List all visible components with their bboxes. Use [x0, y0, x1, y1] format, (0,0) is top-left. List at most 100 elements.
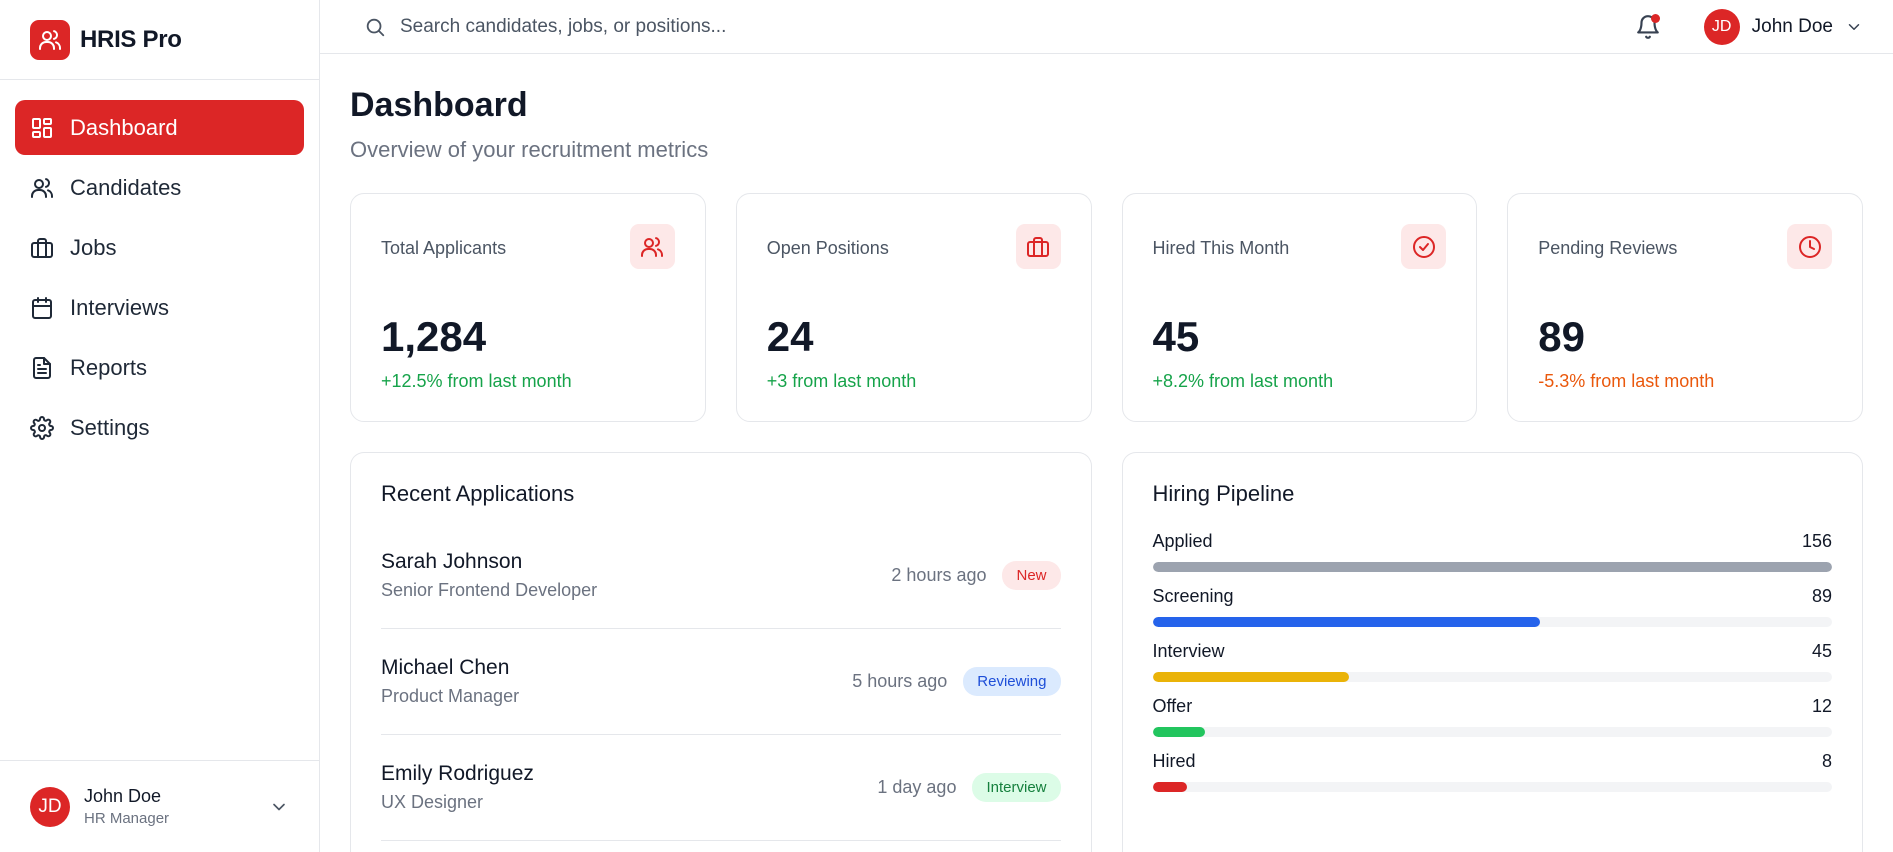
pipeline-bar-track [1152, 672, 1832, 682]
pipeline-stage: Interview 45 [1152, 641, 1833, 682]
dashboard-icon [32, 117, 52, 138]
pipeline-stage-header: Applied 156 [1153, 531, 1833, 552]
pipeline-bar-track [1152, 617, 1832, 627]
header-user-menu[interactable]: JD John Doe [1703, 8, 1863, 45]
sidebar-item-label: Reports [70, 354, 148, 380]
main-area: JD John Doe Dashboard Overview of your r… [320, 0, 1893, 852]
stats-row: Total Applicants 1,284 +12.5% from last … [350, 193, 1863, 422]
sidebar-item-interviews[interactable]: Interviews [15, 280, 304, 335]
sidebar-nav: Dashboard Candidates Jobs Interviews Rep… [0, 80, 319, 760]
applicant-info: Emily Rodriguez UX Designer [381, 762, 877, 813]
pipeline-bar-fill [1152, 782, 1188, 792]
avatar: JD [1703, 8, 1740, 45]
stat-change: -5.3% from last month [1538, 371, 1715, 391]
pipeline-stage-count: 156 [1801, 531, 1832, 551]
briefcase-icon [1015, 224, 1061, 269]
search-bar [364, 15, 1632, 38]
applicant-info: Michael Chen Product Manager [381, 656, 852, 707]
brand[interactable]: HRIS Pro [0, 0, 319, 80]
stat-change: +12.5% from last month [381, 371, 572, 391]
applicant-role: UX Designer [381, 792, 484, 812]
chevron-down-icon [1848, 23, 1860, 30]
chevron-down-icon[interactable] [269, 797, 289, 817]
sidebar-item-label: Dashboard [70, 114, 178, 140]
user-meta: John Doe HR Manager [84, 786, 255, 827]
stat-value: 89 [1538, 313, 1585, 360]
stat-card-total-applicants[interactable]: Total Applicants 1,284 +12.5% from last … [350, 193, 706, 422]
pipeline-bar-fill [1152, 672, 1349, 682]
stat-change: +8.2% from last month [1152, 371, 1334, 391]
list-item[interactable]: Sarah Johnson Senior Frontend Developer … [381, 523, 1061, 629]
sidebar-item-dashboard[interactable]: Dashboard [15, 100, 304, 155]
applicant-role: Product Manager [381, 686, 520, 706]
applicant-name: Emily Rodriguez [381, 762, 534, 785]
header-user-name: John Doe [1751, 15, 1833, 37]
pipeline-stage-label: Offer [1152, 696, 1193, 716]
panel-title: Hiring Pipeline [1152, 481, 1295, 506]
user-name: John Doe [84, 786, 162, 806]
search-input[interactable] [400, 15, 1000, 38]
sidebar-item-label: Interviews [70, 294, 170, 320]
top-bar: JD John Doe [320, 0, 1893, 54]
pipeline-stage-count: 8 [1821, 751, 1832, 771]
pipeline-stage-label: Hired [1152, 751, 1196, 771]
bottom-row: Recent Applications Sarah Johnson Senior… [350, 452, 1863, 852]
pipeline-bar-fill [1152, 727, 1205, 737]
list-item[interactable]: Michael Chen Product Manager 5 hours ago… [381, 629, 1061, 735]
sidebar: HRIS Pro Dashboard Candidates Jobs Inter… [0, 0, 320, 852]
sidebar-item-candidates[interactable]: Candidates [15, 160, 304, 215]
sidebar-item-label: Jobs [70, 234, 117, 260]
dashboard-content: Dashboard Overview of your recruitment m… [320, 54, 1893, 852]
user-role: HR Manager [84, 810, 170, 827]
hiring-pipeline-panel: Hiring Pipeline Applied 156 Screening 89… [1121, 452, 1863, 852]
panel-title: Recent Applications [381, 481, 575, 506]
list-item[interactable]: Emily Rodriguez UX Designer 1 day ago In… [381, 735, 1061, 841]
pipeline-stage: Screening 89 [1152, 586, 1832, 627]
stat-change: +3 from last month [766, 371, 917, 391]
sidebar-item-reports[interactable]: Reports [15, 340, 304, 395]
pipeline-list: Applied 156 Screening 89 Interview 45 Of… [1152, 531, 1833, 792]
page-subtitle: Overview of your recruitment metrics [350, 137, 709, 162]
application-list: Sarah Johnson Senior Frontend Developer … [381, 523, 1061, 841]
pipeline-stage-count: 45 [1811, 641, 1832, 661]
applicant-role: Senior Frontend Developer [381, 580, 598, 600]
sidebar-user-menu[interactable]: JD John Doe HR Manager [0, 760, 319, 852]
status-badge: Interview [972, 773, 1061, 802]
stat-card-hired-this-month[interactable]: Hired This Month 45 +8.2% from last mont… [1121, 193, 1478, 422]
pipeline-stage: Offer 12 [1152, 696, 1833, 737]
pipeline-stage-label: Interview [1152, 641, 1225, 661]
stat-value: 1,284 [381, 313, 487, 360]
briefcase-icon [31, 237, 53, 258]
pipeline-bar-fill [1152, 562, 1832, 572]
search-icon [366, 18, 385, 36]
notifications-button[interactable] [1632, 11, 1664, 43]
application-time: 1 day ago [877, 777, 957, 797]
pipeline-bar-track [1152, 782, 1832, 792]
stat-card-pending-reviews[interactable]: Pending Reviews 89 -5.3% from last month [1507, 193, 1863, 422]
sidebar-item-settings[interactable]: Settings [15, 400, 304, 455]
stat-value: 45 [1152, 313, 1200, 360]
pipeline-stage-label: Screening [1152, 586, 1234, 606]
sidebar-item-jobs[interactable]: Jobs [15, 220, 304, 275]
stat-card-open-positions[interactable]: Open Positions 24 +3 from last month [735, 193, 1092, 422]
stat-value: 24 [766, 313, 814, 360]
pipeline-bar-track [1152, 727, 1832, 737]
pipeline-stage-header: Hired 8 [1153, 751, 1833, 772]
app-root: HRIS Pro Dashboard Candidates Jobs Inter… [0, 0, 1893, 852]
pipeline-stage-header: Interview 45 [1153, 641, 1833, 662]
pipeline-stage-count: 89 [1811, 586, 1832, 606]
applicant-info: Sarah Johnson Senior Frontend Developer [381, 550, 891, 601]
pipeline-stage: Applied 156 [1152, 531, 1833, 572]
status-badge: Reviewing [963, 667, 1061, 696]
check-circle-icon [1401, 224, 1447, 269]
pipeline-stage-header: Offer 12 [1153, 696, 1833, 717]
pipeline-stage-count: 12 [1811, 696, 1832, 716]
recent-applications-panel: Recent Applications Sarah Johnson Senior… [350, 452, 1092, 852]
pipeline-bar-track [1152, 562, 1832, 572]
calendar-icon [32, 296, 52, 319]
gear-icon [30, 415, 54, 440]
brand-name: HRIS Pro [80, 25, 182, 53]
pipeline-stage: Hired 8 [1152, 751, 1833, 792]
brand-logo-icon [30, 19, 70, 60]
application-time: 2 hours ago [891, 565, 987, 585]
